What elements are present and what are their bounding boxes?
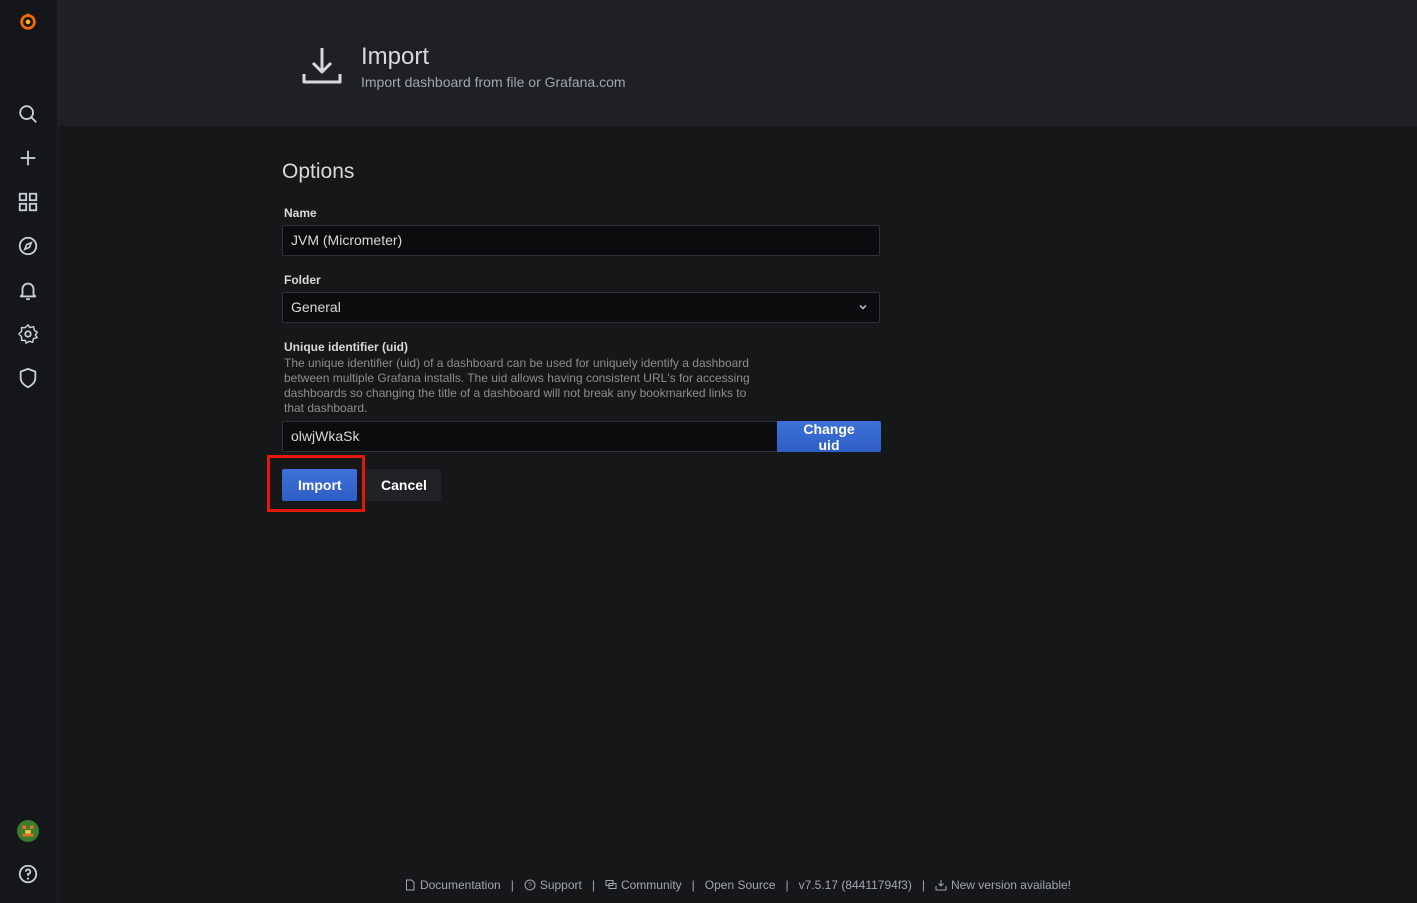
plus-icon[interactable] bbox=[14, 144, 42, 172]
footer-support-label: Support bbox=[539, 878, 582, 892]
dashboards-icon[interactable] bbox=[14, 188, 42, 216]
footer-version: v7.5.17 (84411794f3) bbox=[798, 878, 912, 892]
explore-compass-icon[interactable] bbox=[14, 232, 42, 260]
user-avatar[interactable] bbox=[14, 817, 42, 845]
import-button-highlight bbox=[267, 455, 365, 512]
change-uid-button[interactable]: Change uid bbox=[777, 421, 881, 453]
page-title: Import bbox=[361, 43, 430, 70]
alerting-bell-icon[interactable] bbox=[14, 276, 42, 304]
download-alt-icon bbox=[935, 880, 947, 891]
import-download-icon bbox=[302, 48, 342, 84]
footer-support-link[interactable]: ? Support bbox=[524, 878, 582, 892]
document-icon bbox=[405, 879, 415, 891]
folder-select[interactable]: General bbox=[282, 292, 880, 323]
chevron-down-icon bbox=[859, 305, 867, 310]
server-admin-shield-icon[interactable] bbox=[14, 364, 42, 392]
footer: Documentation | ? Support | Community | … bbox=[0, 878, 1417, 892]
footer-separator: | bbox=[591, 878, 595, 892]
configuration-gear-icon[interactable] bbox=[14, 320, 42, 348]
page-header: Import Import dashboard from file or Gra… bbox=[58, 0, 1417, 126]
folder-selected-value: General bbox=[291, 299, 341, 315]
search-icon[interactable] bbox=[14, 100, 42, 128]
name-input[interactable]: JVM (Micrometer) bbox=[282, 225, 880, 256]
footer-new-version-link[interactable]: New version available! bbox=[935, 878, 1071, 892]
footer-new-version-label: New version available! bbox=[950, 878, 1072, 892]
footer-separator: | bbox=[921, 878, 925, 892]
grafana-logo-icon[interactable] bbox=[14, 7, 42, 35]
footer-community-link[interactable]: Community bbox=[605, 878, 682, 892]
sidebar bbox=[0, 0, 58, 903]
page-subtitle: Import dashboard from file or Grafana.co… bbox=[361, 74, 626, 90]
question-circle-icon: ? bbox=[524, 879, 536, 891]
footer-open-source-link[interactable]: Open Source bbox=[705, 878, 776, 892]
comments-icon bbox=[605, 880, 617, 889]
footer-separator: | bbox=[785, 878, 789, 892]
uid-input[interactable]: olwjWkaSk bbox=[282, 421, 778, 452]
footer-separator: | bbox=[691, 878, 695, 892]
uid-description: The unique identifier (uid) of a dashboa… bbox=[284, 356, 750, 415]
footer-community-label: Community bbox=[620, 878, 682, 892]
footer-documentation-label: Documentation bbox=[419, 878, 501, 892]
options-heading: Options bbox=[282, 160, 355, 183]
folder-label: Folder bbox=[284, 273, 321, 287]
cancel-button[interactable]: Cancel bbox=[365, 469, 441, 501]
footer-open-source-label: Open Source bbox=[704, 878, 776, 892]
footer-separator: | bbox=[510, 878, 514, 892]
uid-label: Unique identifier (uid) bbox=[284, 340, 408, 354]
name-label: Name bbox=[284, 206, 317, 220]
svg-text:?: ? bbox=[528, 883, 532, 890]
footer-documentation-link[interactable]: Documentation bbox=[404, 878, 501, 892]
